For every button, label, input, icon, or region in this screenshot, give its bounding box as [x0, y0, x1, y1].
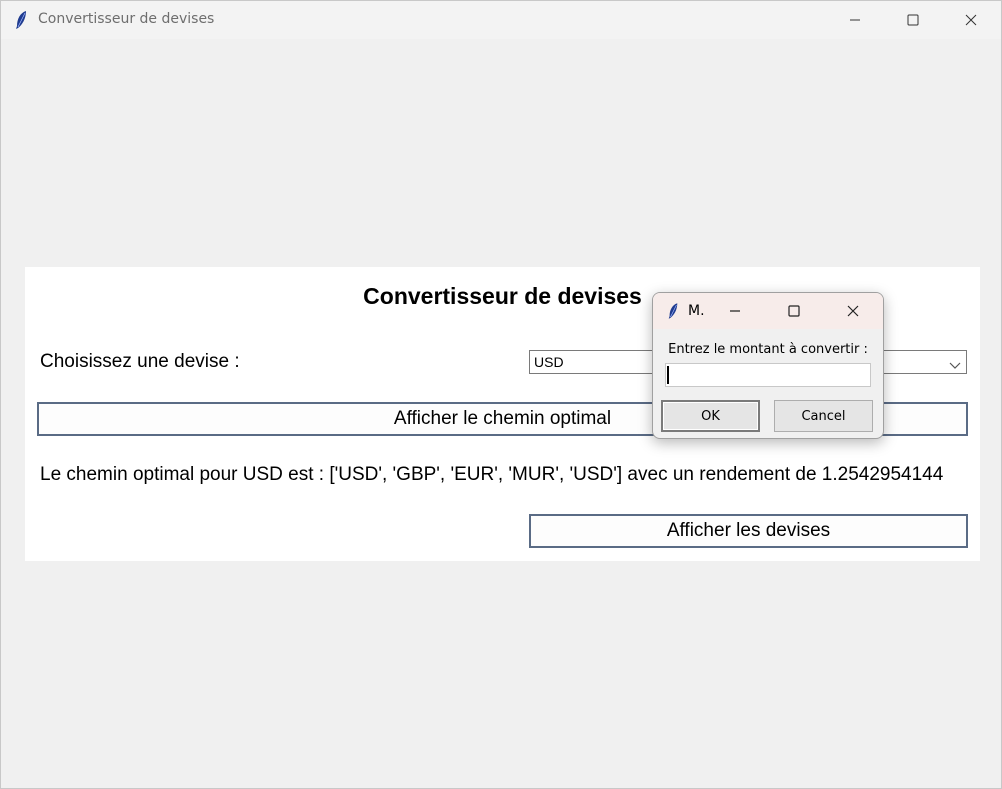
minimize-button[interactable]: [826, 1, 884, 39]
minimize-icon: [729, 302, 741, 321]
dialog-title-bar[interactable]: M.: [653, 293, 883, 329]
amount-dialog: M. Entrez le montant à convertir : OK Ca…: [652, 292, 884, 439]
window-title: Convertisseur de devises: [38, 11, 215, 27]
minimize-icon: [849, 14, 861, 26]
show-currencies-button[interactable]: Afficher les devises: [529, 514, 968, 548]
feather-icon: [667, 302, 679, 320]
dialog-title: M.: [688, 303, 705, 319]
close-icon: [965, 14, 977, 26]
amount-input[interactable]: [665, 363, 871, 387]
maximize-button[interactable]: [884, 1, 942, 39]
chevron-down-icon[interactable]: [948, 356, 962, 369]
ok-button[interactable]: OK: [661, 400, 760, 432]
dialog-minimize-button[interactable]: [725, 301, 745, 321]
dialog-maximize-button[interactable]: [784, 301, 804, 321]
maximize-icon: [788, 302, 800, 321]
choose-currency-label: Choisissez une devise :: [40, 351, 240, 372]
currency-select-value: USD: [534, 354, 564, 370]
feather-icon: [14, 10, 28, 30]
text-caret: [667, 366, 669, 384]
cancel-button[interactable]: Cancel: [774, 400, 873, 432]
dialog-close-button[interactable]: [843, 301, 863, 321]
main-window: Convertisseur de devises Convertisseur d…: [0, 0, 1002, 789]
close-icon: [847, 302, 859, 321]
amount-prompt: Entrez le montant à convertir :: [668, 342, 868, 357]
close-button[interactable]: [942, 1, 1000, 39]
optimal-path-result: Le chemin optimal pour USD est : ['USD',…: [40, 464, 944, 485]
maximize-icon: [907, 14, 919, 26]
title-bar[interactable]: Convertisseur de devises: [1, 1, 1001, 39]
